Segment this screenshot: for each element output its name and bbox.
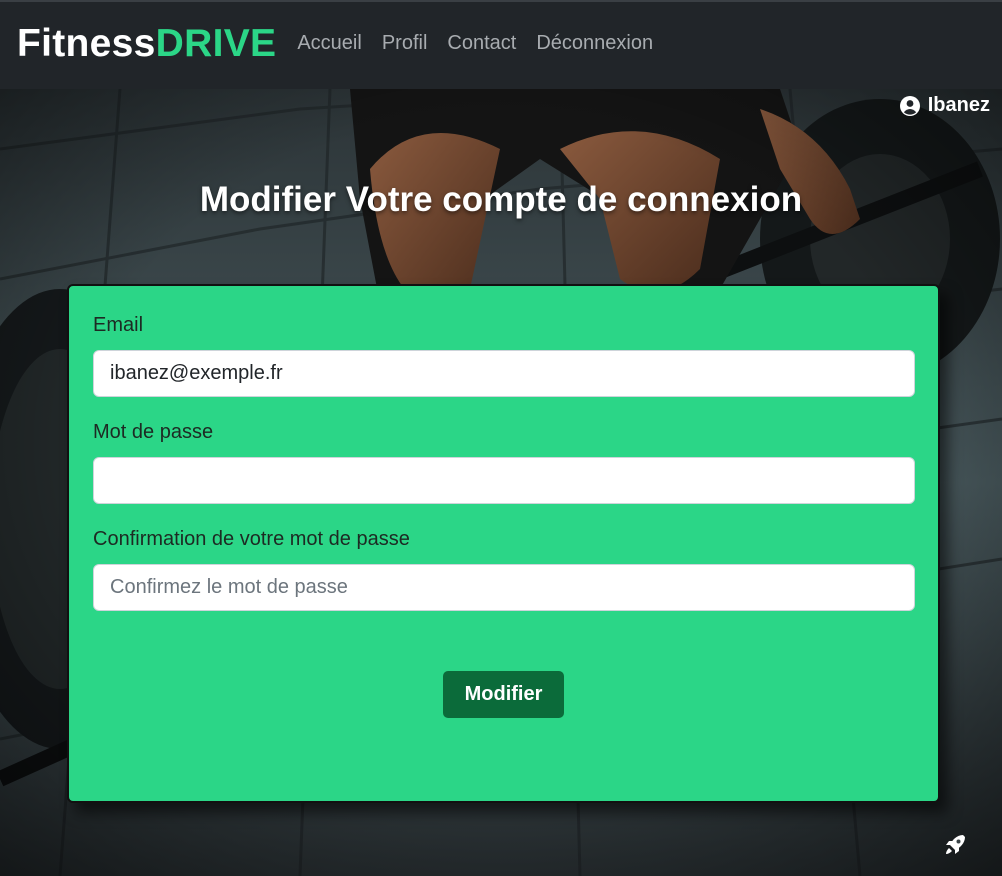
user-menu[interactable]: Ibanez xyxy=(899,94,990,117)
rocket-icon[interactable] xyxy=(942,832,968,863)
account-form-card: Email Mot de passe Confirmation de votre… xyxy=(67,284,940,803)
email-input[interactable] xyxy=(93,350,915,397)
nav-link-contact[interactable]: Contact xyxy=(447,32,516,55)
nav-link-deconnexion[interactable]: Déconnexion xyxy=(536,32,653,55)
email-label: Email xyxy=(93,314,144,336)
confirm-password-label: Confirmation de votre mot de passe xyxy=(93,528,410,550)
modifier-button[interactable]: Modifier xyxy=(443,671,564,718)
brand-text-drive: DRIVE xyxy=(155,22,277,65)
user-name: Ibanez xyxy=(927,94,990,116)
brand-logo[interactable]: FitnessDRIVE xyxy=(17,24,276,63)
confirm-password-input[interactable] xyxy=(93,564,915,611)
nav-links: Accueil Profil Contact Déconnexion xyxy=(297,32,673,55)
nav-link-profil[interactable]: Profil xyxy=(382,32,428,55)
password-input[interactable] xyxy=(93,457,915,504)
user-circle-icon xyxy=(899,95,920,116)
password-label: Mot de passe xyxy=(93,421,214,443)
nav-link-accueil[interactable]: Accueil xyxy=(297,32,361,55)
brand-text-fitness: Fitness xyxy=(17,22,156,65)
navbar: FitnessDRIVE Accueil Profil Contact Déco… xyxy=(0,0,1002,89)
page-title: Modifier Votre compte de connexion xyxy=(199,180,803,219)
